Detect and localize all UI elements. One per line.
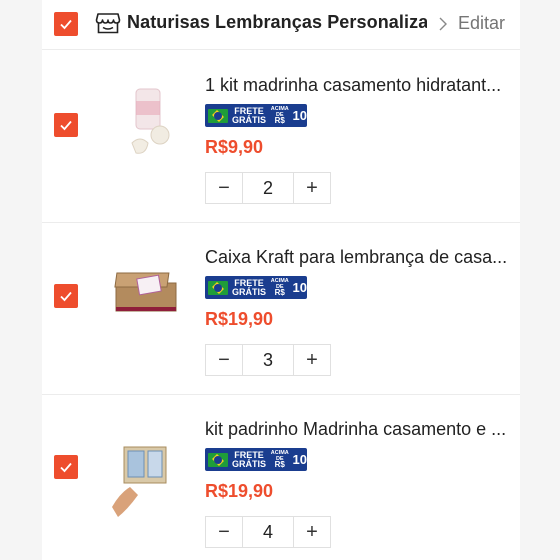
item-select-checkbox[interactable] xyxy=(54,284,78,308)
brazil-flag-icon xyxy=(208,108,228,123)
increase-quantity-button[interactable]: + xyxy=(294,345,330,375)
brazil-flag-icon xyxy=(208,452,228,467)
item-title[interactable]: 1 kit madrinha casamento hidratant... xyxy=(205,75,507,96)
badge-gratis-text: GRÁTIS xyxy=(232,286,267,297)
badge-gratis-text: GRÁTIS xyxy=(232,458,267,469)
quantity-stepper: − 4 + xyxy=(205,516,331,548)
badge-gratis-text: GRÁTIS xyxy=(232,114,267,125)
free-shipping-badge: FRETE GRÁTIS ACIMA DE R$ 10 xyxy=(205,448,307,471)
quantity-stepper: − 2 + xyxy=(205,172,331,204)
product-image xyxy=(131,88,170,154)
cart-item: 1 kit madrinha casamento hidratant... FR… xyxy=(42,51,520,221)
check-icon xyxy=(60,291,72,302)
shop-select-checkbox[interactable] xyxy=(54,12,78,36)
store-icon xyxy=(95,13,121,34)
decrease-quantity-button[interactable]: − xyxy=(206,173,242,203)
chevron-right-icon xyxy=(439,17,447,31)
increase-quantity-button[interactable]: + xyxy=(294,517,330,547)
free-shipping-badge: FRETE GRÁTIS ACIMA DE R$ 10 xyxy=(205,104,307,127)
badge-threshold: 10 xyxy=(292,280,307,295)
brazil-flag-icon xyxy=(208,280,228,295)
item-title[interactable]: Caixa Kraft para lembrança de casa... xyxy=(205,247,507,268)
quantity-value[interactable]: 3 xyxy=(242,345,294,375)
increase-quantity-button[interactable]: + xyxy=(294,173,330,203)
item-price: R$19,90 xyxy=(205,481,274,501)
check-icon xyxy=(60,19,72,30)
item-price: R$19,90 xyxy=(205,309,274,329)
item-price: R$9,90 xyxy=(205,137,264,157)
product-image xyxy=(114,272,177,312)
cart-item: Caixa Kraft para lembrança de casa... FR… xyxy=(42,223,520,393)
item-select-checkbox[interactable] xyxy=(54,455,78,479)
shop-name[interactable]: Naturisas Lembranças Personaliza... xyxy=(127,12,427,33)
cart-item: kit padrinho Madrinha casamento e ... FR… xyxy=(42,395,520,560)
decrease-quantity-button[interactable]: − xyxy=(206,517,242,547)
quantity-value[interactable]: 2 xyxy=(242,173,294,203)
item-select-checkbox[interactable] xyxy=(54,113,78,137)
edit-button[interactable]: Editar xyxy=(458,13,505,34)
check-icon xyxy=(60,462,72,473)
cart-shop-card: Naturisas Lembranças Personaliza... Edit… xyxy=(42,0,520,560)
free-shipping-badge: FRETE GRÁTIS ACIMA DE R$ 10 xyxy=(205,276,307,299)
product-image xyxy=(112,446,167,517)
check-icon xyxy=(60,120,72,131)
badge-threshold: 10 xyxy=(292,452,307,467)
item-title[interactable]: kit padrinho Madrinha casamento e ... xyxy=(205,419,507,440)
decrease-quantity-button[interactable]: − xyxy=(206,345,242,375)
shop-header: Naturisas Lembranças Personaliza... Edit… xyxy=(42,0,520,50)
badge-currency: R$ xyxy=(274,460,285,469)
badge-currency: R$ xyxy=(274,116,285,125)
badge-threshold: 10 xyxy=(292,108,307,123)
badge-currency: R$ xyxy=(274,288,285,297)
quantity-value[interactable]: 4 xyxy=(242,517,294,547)
quantity-stepper: − 3 + xyxy=(205,344,331,376)
